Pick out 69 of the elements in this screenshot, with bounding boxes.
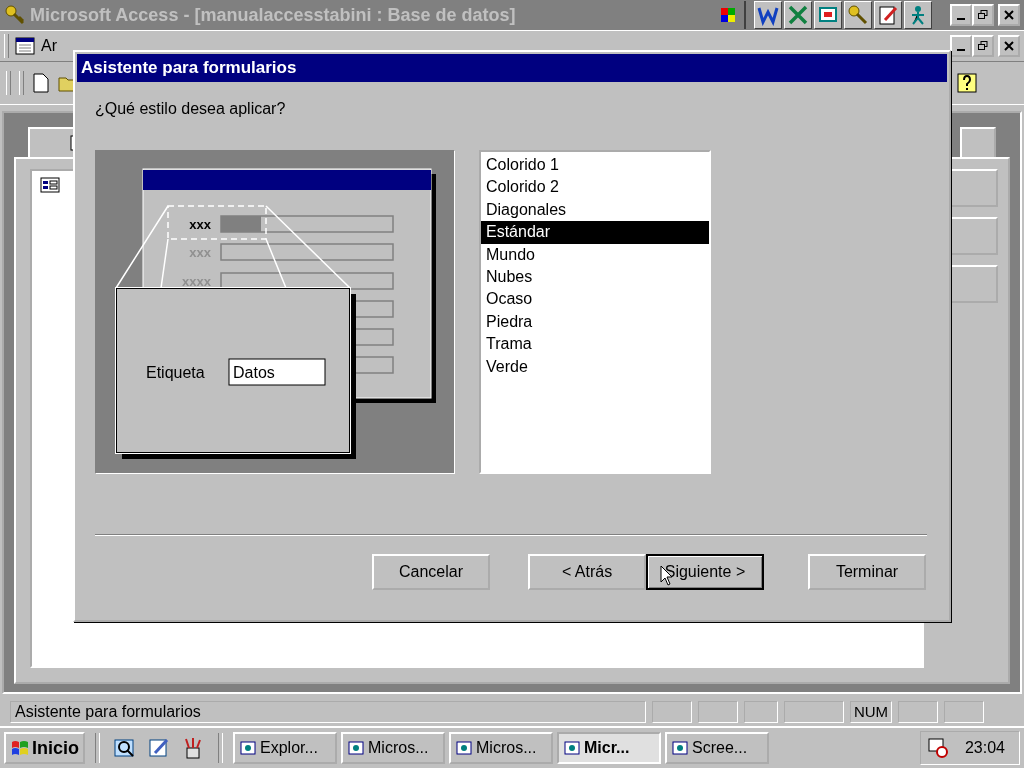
list-item[interactable]: Piedra xyxy=(481,310,709,334)
figure-icon[interactable] xyxy=(904,1,932,29)
list-item[interactable]: Diagonales xyxy=(481,198,709,222)
taskbar-button[interactable]: Scree... xyxy=(665,732,769,764)
status-panel xyxy=(898,701,938,723)
window-icon xyxy=(671,739,689,757)
new-document-icon[interactable] xyxy=(32,73,50,93)
list-item[interactable]: Verde xyxy=(481,355,709,378)
flag-icon xyxy=(10,739,30,757)
key-icon[interactable] xyxy=(844,1,872,29)
list-item[interactable]: Mundo xyxy=(481,243,709,266)
wizard-button[interactable]: Terminar xyxy=(808,554,926,590)
minimize-icon xyxy=(957,48,965,51)
close-icon xyxy=(1004,41,1014,51)
wizard-button[interactable]: < Atrás xyxy=(528,554,646,590)
presentation-icon[interactable] xyxy=(814,1,842,29)
window-icon xyxy=(563,739,581,757)
list-item[interactable]: Colorido 2 xyxy=(481,176,709,199)
close-icon xyxy=(1004,10,1014,20)
minimize-button[interactable] xyxy=(950,35,972,57)
field-value: Datos xyxy=(233,364,275,381)
list-item[interactable]: Colorido 1 xyxy=(481,154,709,177)
sample-label: xxx xyxy=(189,217,211,232)
office-logo-icon[interactable] xyxy=(720,7,736,23)
status-text: Asistente para formularios xyxy=(10,701,646,723)
list-item[interactable]: Ocaso xyxy=(481,288,709,311)
status-panel xyxy=(944,701,984,723)
clock: 23:04 xyxy=(964,739,1005,757)
wizard-button[interactable]: Cancelar xyxy=(372,554,490,590)
pencil-icon[interactable] xyxy=(147,736,171,760)
window-icon xyxy=(347,739,365,757)
window-icon xyxy=(455,739,473,757)
status-panel xyxy=(784,701,844,723)
list-item[interactable]: Nubes xyxy=(481,265,709,289)
wizard-button[interactable]: Siguiente > xyxy=(646,554,764,590)
notepad-icon[interactable] xyxy=(874,1,902,29)
word-icon[interactable] xyxy=(754,1,782,29)
restore-icon xyxy=(978,41,988,51)
key-icon xyxy=(4,4,26,26)
label-text: Etiqueta xyxy=(146,364,205,381)
list-item[interactable]: Trama xyxy=(481,333,709,356)
excel-icon[interactable] xyxy=(784,1,812,29)
taskbar-button[interactable]: Explor... xyxy=(233,732,337,764)
status-panel xyxy=(652,701,692,723)
dialog-title: Asistente para formularios xyxy=(77,54,947,82)
help-button[interactable] xyxy=(956,72,978,94)
window-title: Microsoft Access - [manualaccesstabini : Base de datos] xyxy=(30,4,516,26)
close-button[interactable] xyxy=(998,35,1020,57)
start-button[interactable]: Inicio xyxy=(4,732,85,764)
magnifier-icon[interactable] xyxy=(113,736,137,760)
num-lock-indicator: NUM xyxy=(850,701,892,723)
status-panel xyxy=(698,701,738,723)
form-icon[interactable] xyxy=(15,37,35,55)
minimize-icon xyxy=(957,17,965,20)
scheduler-icon[interactable] xyxy=(926,737,949,759)
restore-button[interactable] xyxy=(972,35,994,57)
restore-button[interactable] xyxy=(972,4,994,26)
window-icon xyxy=(239,739,257,757)
question-text: ¿Qué estilo desea aplicar? xyxy=(95,100,287,119)
taskbar-button[interactable]: Micr... xyxy=(557,732,661,764)
taskbar-button[interactable]: Micros... xyxy=(341,732,445,764)
taskbar-button[interactable]: Micros... xyxy=(449,732,553,764)
minimize-button[interactable] xyxy=(950,4,972,26)
form-icon[interactable] xyxy=(40,177,60,193)
status-panel xyxy=(744,701,778,723)
list-item[interactable]: Estándar xyxy=(481,221,709,244)
menu-item[interactable]: Ar xyxy=(41,37,57,55)
restore-icon xyxy=(978,10,988,20)
close-button[interactable] xyxy=(998,4,1020,26)
